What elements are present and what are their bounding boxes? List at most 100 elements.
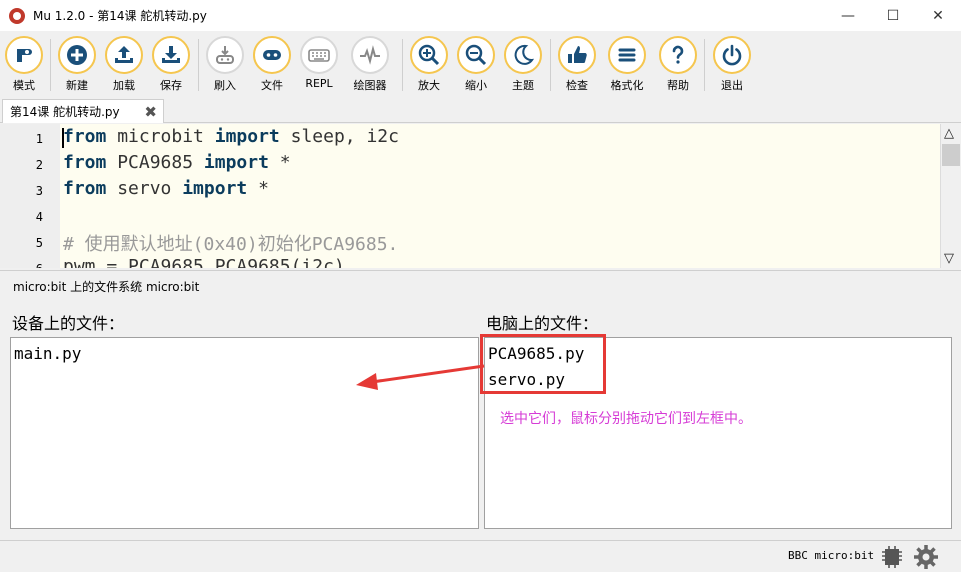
code-text: PCA9685 — [106, 152, 204, 173]
code-keyword: import — [182, 178, 248, 199]
window-title: Mu 1.2.0 - 第14课 舵机转动.py — [33, 9, 207, 23]
plus-icon — [67, 45, 87, 65]
new-button[interactable]: 新建 — [54, 36, 100, 93]
plotter-wave-icon — [360, 45, 380, 65]
repl-label: REPL — [305, 77, 333, 90]
check-button[interactable]: 检查 — [554, 36, 600, 93]
files-label: 文件 — [261, 79, 283, 92]
gear-icon[interactable] — [912, 543, 940, 571]
line-number: 3 — [35, 184, 43, 198]
scroll-down-icon[interactable]: ▽ — [944, 251, 954, 266]
code-text: microbit — [106, 126, 215, 147]
flash-icon — [216, 46, 234, 64]
check-label: 检查 — [566, 79, 588, 92]
zoom-in-icon — [418, 44, 440, 66]
moon-icon — [514, 44, 535, 65]
chip-icon[interactable] — [880, 544, 904, 570]
flash-button[interactable]: 刷入 — [202, 36, 248, 93]
files-pane-title: micro:bit 上的文件系统 micro:bit — [13, 280, 200, 294]
plotter-label: 绘图器 — [353, 79, 387, 92]
maximize-button[interactable]: ☐ — [870, 0, 916, 31]
keyboard-icon — [308, 49, 330, 62]
zoom-out-icon — [465, 44, 487, 66]
code-text: * — [268, 152, 291, 173]
help-label: 帮助 — [667, 79, 689, 92]
mode-button[interactable]: 模式 — [1, 36, 47, 93]
code-text: * — [247, 178, 269, 199]
line-number: 6 — [36, 262, 43, 268]
tidy-lines-icon — [618, 48, 636, 62]
line-number: 4 — [35, 210, 43, 224]
line-number-gutter: 1 2 3 4 5 6 — [0, 124, 60, 268]
upload-icon — [115, 46, 133, 63]
status-mode: BBC micro:bit — [788, 549, 875, 562]
repl-button[interactable]: REPL — [296, 36, 342, 90]
tab-close-icon[interactable]: ✖ — [144, 103, 157, 121]
editor-scrollbar[interactable]: △ ▽ — [940, 124, 961, 268]
line-number: 2 — [35, 158, 43, 172]
code-keyword: import — [214, 126, 280, 147]
toolbar-divider — [402, 39, 403, 91]
save-button[interactable]: 保存 — [148, 36, 194, 93]
tab-label: 第14课 舵机转动.py — [10, 105, 120, 119]
close-window-button[interactable]: ✕ — [915, 0, 961, 31]
zoom-out-button[interactable]: 缩小 — [453, 36, 499, 93]
toolbar: 模式 新建 加载 保存 刷入 文件 REPL 绘图器 放大 缩小 主题 检查 格… — [0, 31, 961, 99]
code-comment: # 使用默认地址(0x40)初始化PCA9685. — [63, 234, 399, 255]
mu-app-icon — [9, 7, 25, 24]
tab-bar: 第14课 舵机转动.py ✖ — [0, 99, 961, 123]
annotation-arrow-icon — [356, 364, 485, 390]
code-line: from servo import * — [63, 178, 269, 199]
plotter-button[interactable]: 绘图器 — [347, 36, 393, 93]
zoom-in-button[interactable]: 放大 — [406, 36, 452, 93]
question-icon — [672, 45, 684, 64]
new-label: 新建 — [66, 79, 88, 92]
code-line: from PCA9685 import * — [63, 152, 291, 173]
mode-icon — [17, 49, 32, 62]
zoom-out-label: 缩小 — [465, 79, 487, 92]
line-number: 1 — [35, 132, 43, 146]
toolbar-divider — [198, 39, 199, 91]
tab-current-file[interactable]: 第14课 舵机转动.py ✖ — [2, 99, 164, 123]
theme-button[interactable]: 主题 — [500, 36, 546, 93]
code-line: from microbit import sleep, i2c — [63, 126, 399, 147]
theme-label: 主题 — [512, 79, 534, 92]
computer-files-label: 电脑上的文件： — [486, 314, 599, 333]
line-number: 5 — [35, 236, 43, 250]
tidy-label: 格式化 — [610, 79, 644, 92]
code-text: servo — [106, 178, 183, 199]
list-item[interactable]: main.py — [14, 344, 81, 363]
load-button[interactable]: 加载 — [101, 36, 147, 93]
toolbar-divider — [50, 39, 51, 91]
title-bar: Mu 1.2.0 - 第14课 舵机转动.py — ☐ ✕ — [0, 0, 961, 31]
status-bar: BBC micro:bit — [0, 540, 961, 572]
microbit-files-icon — [263, 50, 281, 60]
download-icon — [162, 46, 180, 63]
save-label: 保存 — [160, 79, 182, 92]
thumbs-up-icon — [568, 46, 587, 63]
code-keyword: import — [203, 152, 269, 173]
mode-label: 模式 — [13, 79, 35, 92]
scroll-up-icon[interactable]: △ — [944, 126, 954, 141]
toolbar-divider — [550, 39, 551, 91]
code-text: sleep, i2c — [279, 126, 399, 147]
code-keyword: from — [63, 126, 107, 147]
text-cursor — [62, 128, 64, 148]
files-button[interactable]: 文件 — [249, 36, 295, 93]
zoom-in-label: 放大 — [418, 79, 440, 92]
annotation-note: 选中它们，鼠标分别拖动它们到左框中。 — [500, 411, 752, 427]
help-button[interactable]: 帮助 — [655, 36, 701, 93]
quit-button[interactable]: 退出 — [709, 36, 755, 93]
code-keyword: from — [63, 152, 107, 173]
scrollbar-thumb[interactable] — [942, 144, 960, 166]
power-icon — [722, 44, 742, 66]
code-editor[interactable]: 1 2 3 4 5 6 from microbit import sleep, … — [0, 124, 961, 268]
tidy-button[interactable]: 格式化 — [604, 36, 650, 93]
minimize-button[interactable]: — — [825, 0, 871, 31]
code-line: pwm = PCA9685.PCA9685(i2c) — [63, 256, 345, 268]
device-files-label: 设备上的文件： — [12, 314, 125, 333]
load-label: 加载 — [113, 79, 135, 92]
flash-label: 刷入 — [214, 79, 236, 92]
annotation-highlight-box — [480, 334, 606, 394]
toolbar-divider — [704, 39, 705, 91]
